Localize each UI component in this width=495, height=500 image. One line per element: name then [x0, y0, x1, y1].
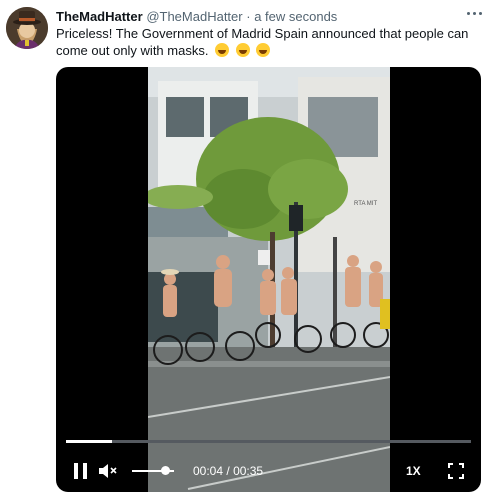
display-name[interactable]: TheMadHatter: [56, 9, 143, 24]
video-progress-fill: [66, 440, 113, 443]
laughing-emoji-icon: [256, 43, 271, 57]
fullscreen-icon[interactable]: [448, 463, 464, 479]
mute-icon[interactable]: [98, 463, 118, 479]
volume-knob[interactable]: [161, 466, 171, 475]
pause-bar: [74, 463, 78, 479]
speaker-muted-icon: [99, 464, 117, 478]
pause-icon[interactable]: [74, 463, 88, 479]
video-player[interactable]: RTA MIT 00:04 / 00:35 1X: [56, 67, 481, 492]
avatar[interactable]: [6, 7, 48, 49]
svg-text:RTA MIT: RTA MIT: [354, 201, 377, 207]
time-display: 00:04 / 00:35: [193, 463, 263, 479]
playback-speed-button[interactable]: 1X: [406, 463, 421, 479]
video-progress-bar[interactable]: [66, 440, 471, 443]
volume-slider[interactable]: [132, 466, 174, 475]
current-time: 00:04: [193, 464, 224, 478]
tweet-timestamp[interactable]: a few seconds: [254, 9, 337, 24]
laughing-emoji-icon: [215, 43, 230, 57]
more-dot: [467, 12, 470, 15]
more-options-icon[interactable]: [465, 6, 485, 20]
fullscreen-corners-icon: [448, 463, 464, 479]
time-separator: /: [226, 464, 230, 478]
video-frame-image: RTA MIT: [148, 67, 390, 492]
tweet-text: Priceless! The Government of Madrid Spai…: [56, 25, 481, 59]
more-dot: [479, 12, 482, 15]
duration: 00:35: [233, 464, 264, 478]
more-dot: [473, 12, 476, 15]
pause-bar: [83, 463, 87, 479]
tweet: TheMadHatter @TheMadHatter · a few secon…: [0, 0, 495, 500]
user-handle[interactable]: @TheMadHatter: [146, 9, 242, 24]
video-controls: 00:04 / 00:35 1X: [56, 455, 481, 485]
avatar-image: [6, 7, 48, 49]
header-separator: ·: [246, 9, 251, 24]
tweet-header: TheMadHatter @TheMadHatter · a few secon…: [56, 9, 337, 25]
video-frame[interactable]: RTA MIT: [148, 67, 390, 492]
laughing-emoji-icon: [235, 43, 250, 57]
